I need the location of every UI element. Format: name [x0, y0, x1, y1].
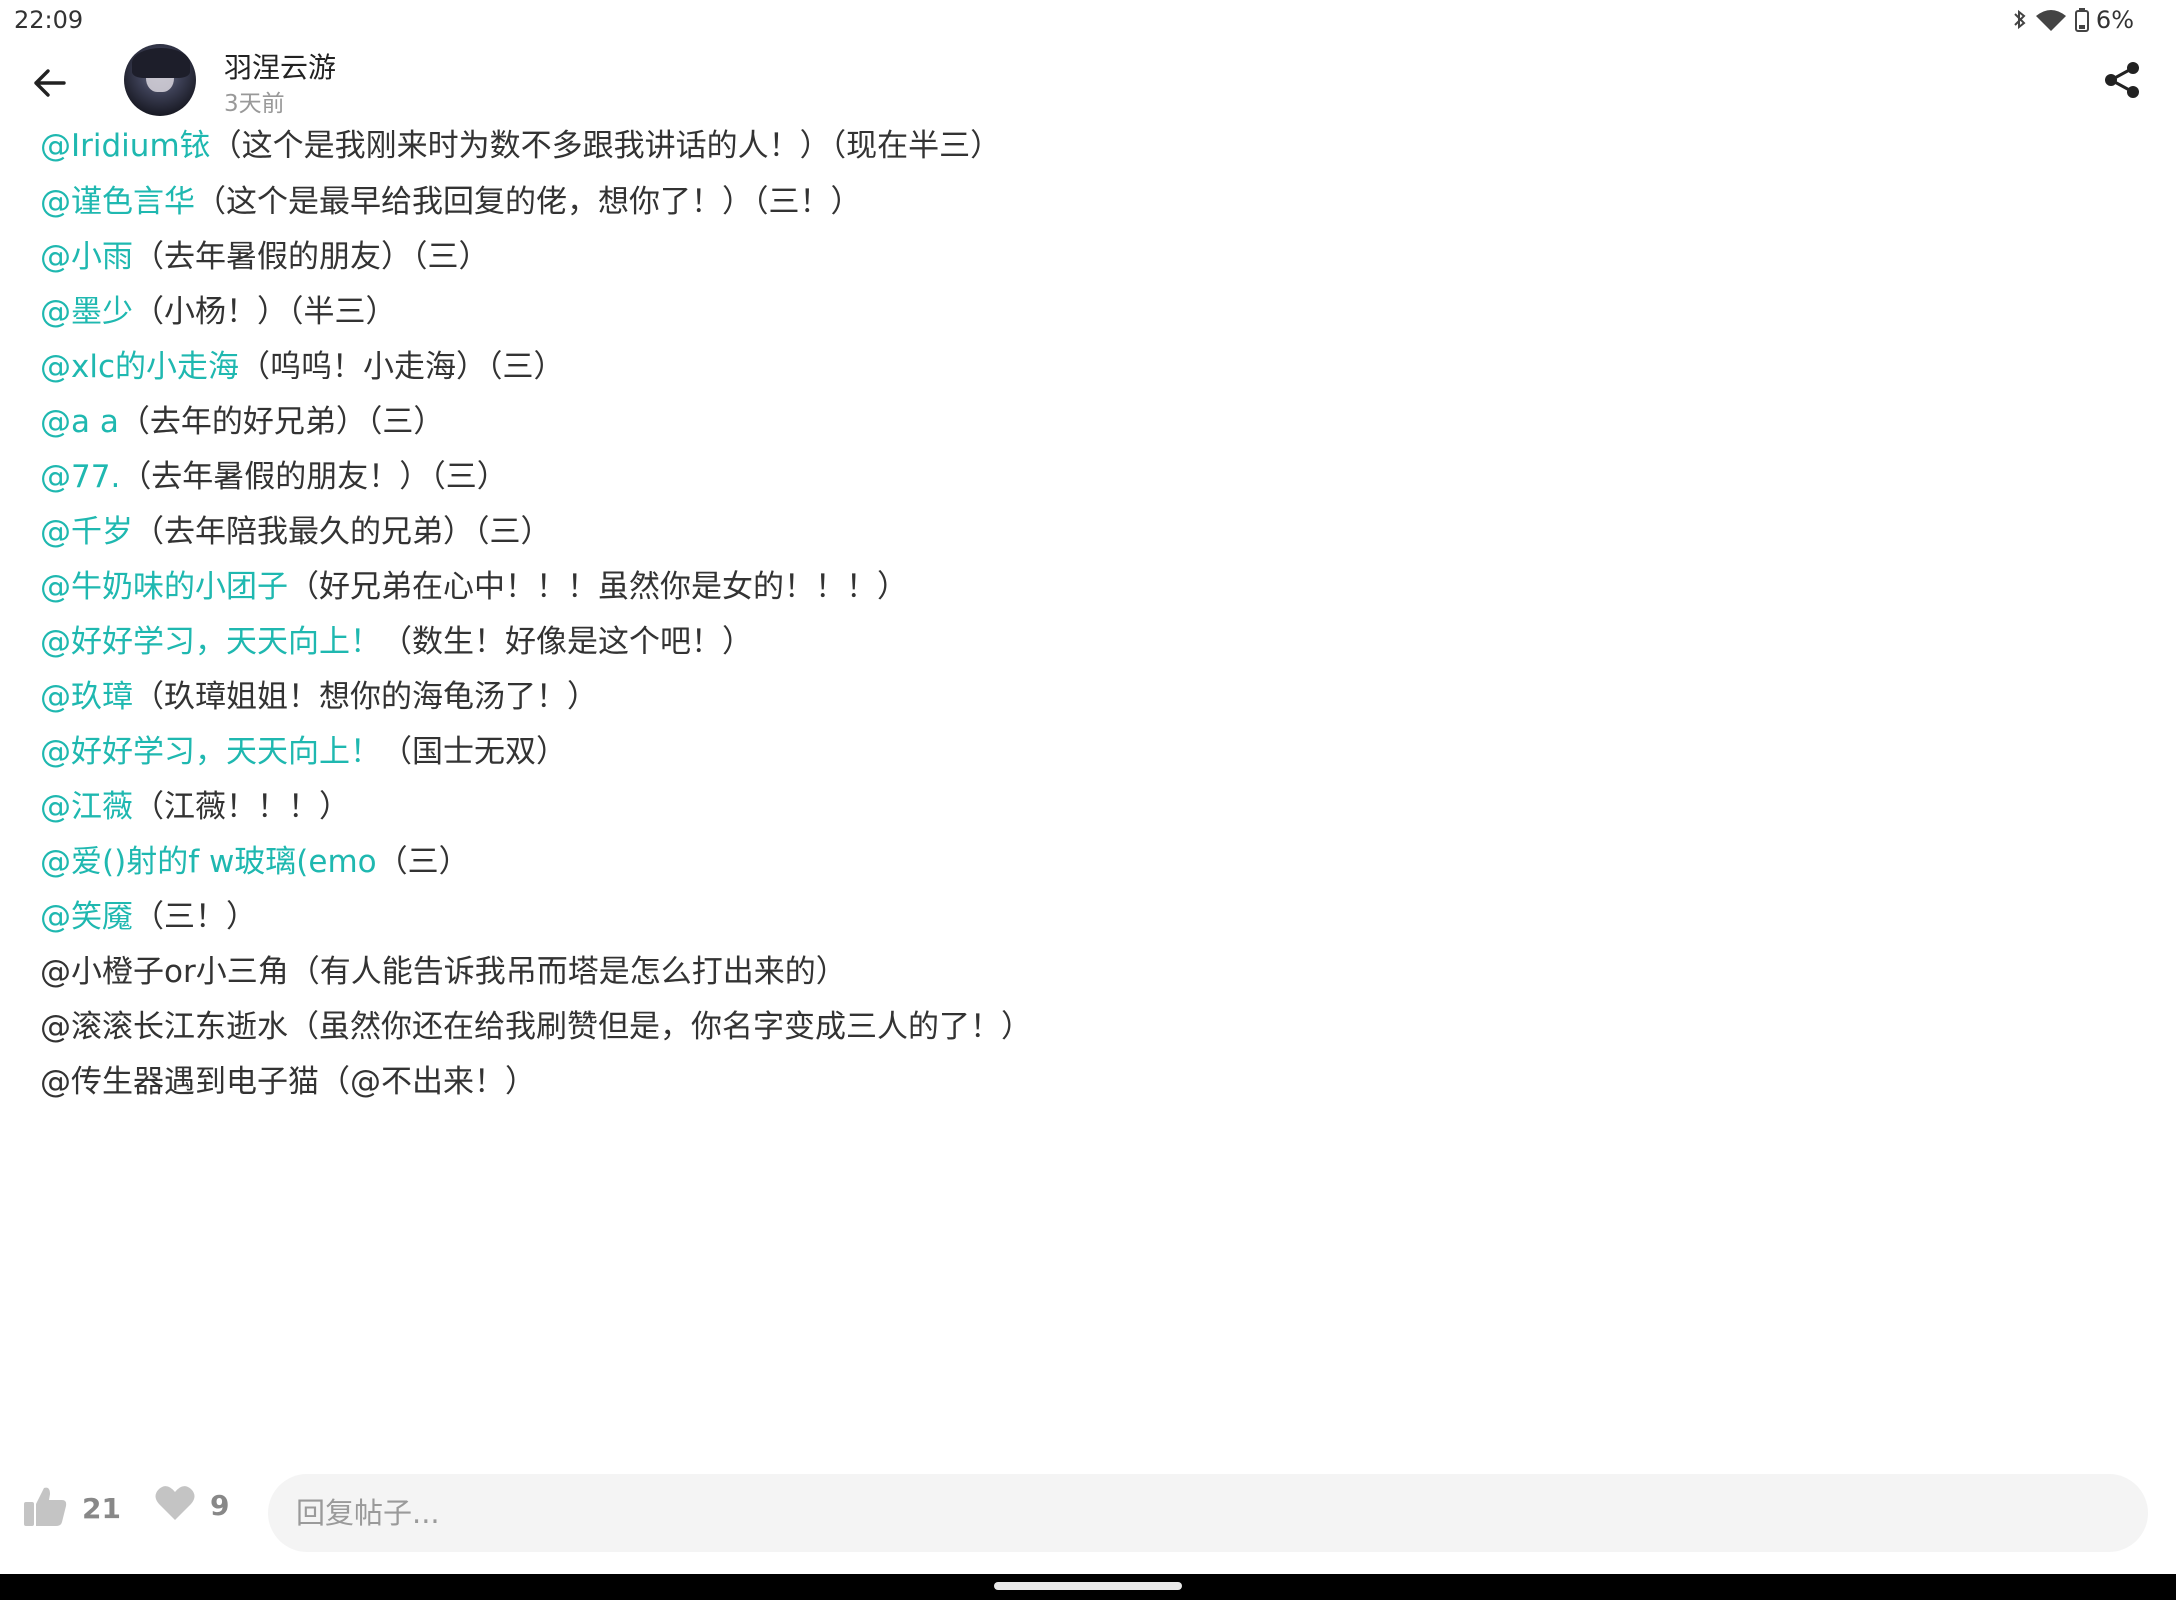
mention-link[interactable]: @好好学习，天天向上！ [40, 624, 381, 660]
content-line: @小雨（去年暑假的朋友）（三） [40, 237, 490, 277]
line-text: （玖璋姐姐！想你的海龟汤了！） [133, 679, 598, 715]
content-line: @xlc的小走海（呜呜！小走海）（三） [40, 347, 565, 387]
mention-link[interactable]: @Iridium铱 [40, 128, 211, 164]
line-text: @小橙子or小三角（有人能告诉我吊而塔是怎么打出来的） [40, 954, 847, 990]
reply-input[interactable] [268, 1474, 2144, 1552]
mention-link[interactable]: @牛奶味的小团子 [40, 569, 288, 605]
status-icons: 6% [2012, 6, 2134, 34]
content-line: @传生器遇到电子猫（@不出来！） [40, 1062, 536, 1102]
post-content: @Iridium铱（这个是我刚来时为数不多跟我讲话的人！）（现在半三） @谨色言… [0, 124, 2176, 1448]
content-line: @玖璋（玖璋姐姐！想你的海龟汤了！） [40, 677, 598, 717]
mention-link[interactable]: @玖璋 [40, 679, 133, 715]
line-text: （江薇！！！） [133, 789, 350, 825]
line-text: （这个是最早给我回复的佬，想你了！）（三！） [195, 184, 862, 220]
bluetooth-icon [2012, 8, 2028, 32]
mention-link[interactable]: @xlc的小走海 [40, 349, 239, 385]
share-button[interactable] [2098, 58, 2146, 106]
line-text: （去年陪我最久的兄弟）（三） [133, 514, 552, 550]
system-nav-bar [0, 1574, 2176, 1600]
line-text: （去年暑假的朋友！）（三） [120, 459, 508, 495]
mention-link[interactable]: @77. [40, 459, 120, 495]
content-line: @好好学习，天天向上！（数生！好像是这个吧！） [40, 622, 753, 662]
mention-link[interactable]: @爱()射的f w玻璃(emo [40, 844, 377, 880]
content-line: @千岁（去年陪我最久的兄弟）（三） [40, 512, 552, 552]
content-line: @滚滚长江东逝水（虽然你还在给我刷赞但是，你名字变成三人的了！） [40, 1007, 1032, 1047]
content-line: @墨少（小杨！）（半三） [40, 292, 397, 332]
like-button[interactable]: 21 [22, 1484, 121, 1532]
content-line: @江薇（江薇！！！） [40, 787, 350, 827]
mention-link[interactable]: @a a [40, 404, 119, 440]
line-text: （去年的好兄弟）（三） [118, 404, 445, 440]
content-line: @笑魇（三！） [40, 897, 257, 937]
mention-link[interactable]: @谨色言华 [40, 184, 195, 220]
battery-icon [2074, 7, 2090, 33]
mention-link[interactable]: @江薇 [40, 789, 133, 825]
favorite-button[interactable]: 9 [154, 1484, 229, 1526]
content-line: @a a（去年的好兄弟）（三） [40, 402, 444, 442]
line-text: （好兄弟在心中！！！虽然你是女的！！！） [288, 569, 908, 605]
content-line: @77.（去年暑假的朋友！）（三） [40, 457, 508, 497]
content-line: @小橙子or小三角（有人能告诉我吊而塔是怎么打出来的） [40, 952, 847, 992]
line-text: （国士无双） [381, 734, 567, 770]
line-text: （呜呜！小走海）（三） [239, 349, 565, 385]
content-line: @爱()射的f w玻璃(emo（三） [40, 842, 470, 882]
status-bar: 22:09 6% [0, 0, 2176, 44]
mention-link[interactable]: @好好学习，天天向上！ [40, 734, 381, 770]
reply-box[interactable] [268, 1474, 2148, 1552]
content-line: @牛奶味的小团子（好兄弟在心中！！！虽然你是女的！！！） [40, 567, 908, 607]
mention-link[interactable]: @小雨 [40, 239, 133, 275]
post-time: 3天前 [224, 91, 285, 117]
line-text: （小杨！）（半三） [133, 294, 397, 330]
line-text: （数生！好像是这个吧！） [381, 624, 753, 660]
like-count: 21 [82, 1491, 121, 1525]
battery-percent: 6% [2095, 6, 2134, 34]
mention-link[interactable]: @墨少 [40, 294, 133, 330]
share-icon [2104, 61, 2140, 103]
heart-icon [154, 1484, 196, 1526]
favorite-count: 9 [210, 1488, 230, 1522]
thumbs-up-icon [22, 1484, 68, 1532]
content-line: @好好学习，天天向上！（国士无双） [40, 732, 567, 772]
line-text: （三！） [133, 899, 257, 935]
line-text: @滚滚长江东逝水（虽然你还在给我刷赞但是，你名字变成三人的了！） [40, 1009, 1032, 1045]
line-text: （这个是我刚来时为数不多跟我讲话的人！）（现在半三） [210, 128, 1002, 164]
line-text: @传生器遇到电子猫（@不出来！） [40, 1064, 536, 1100]
wifi-icon [2034, 8, 2068, 32]
post-header: 羽涅云游 3天前 [0, 44, 2176, 124]
mention-link[interactable]: @千岁 [40, 514, 133, 550]
content-line: @谨色言华（这个是最早给我回复的佬，想你了！）（三！） [40, 182, 862, 222]
content-line: @Iridium铱（这个是我刚来时为数不多跟我讲话的人！）（现在半三） [40, 126, 1001, 166]
status-time: 22:09 [14, 6, 84, 34]
home-gesture-handle[interactable] [994, 1582, 1182, 1590]
back-button[interactable] [26, 62, 72, 108]
author-name[interactable]: 羽涅云游 [224, 46, 336, 86]
author-avatar[interactable] [124, 44, 196, 116]
line-text: （去年暑假的朋友）（三） [133, 239, 490, 275]
arrow-left-icon [32, 68, 66, 102]
mention-link[interactable]: @笑魇 [40, 899, 133, 935]
bottom-action-bar: 21 9 [0, 1448, 2176, 1574]
line-text: （三） [376, 844, 470, 880]
